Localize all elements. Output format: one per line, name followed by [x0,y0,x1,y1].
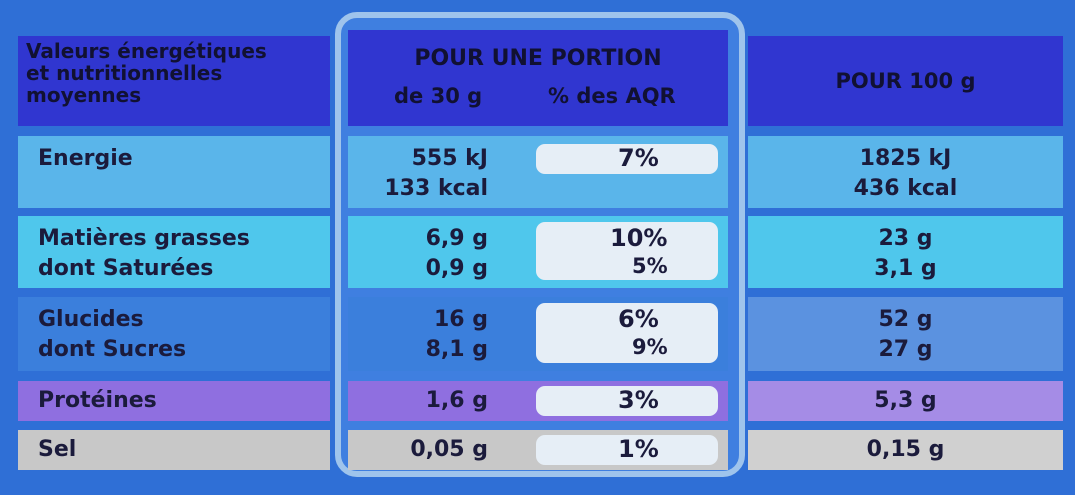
matieres-aqr-box: 10% 5% [536,222,718,280]
row-glucides-per100: 52 g 27 g [748,297,1063,371]
energie-per100-kcal: 436 kcal [853,176,958,201]
glucides-per100: 52 g [878,307,933,332]
row-sel-label: Sel [18,430,330,470]
glucides-aqr-box: 6% 9% [536,303,718,363]
header-label-line2: et nutritionnelles [26,61,223,85]
energie-label: Energie [38,146,133,171]
sucres-per100: 27 g [878,337,933,362]
header-portion-title: POUR UNE PORTION [414,46,662,71]
header-per100: POUR 100 g [748,36,1063,126]
glucides-aqr: 6% [618,305,659,333]
matieres-aqr: 10% [610,224,668,252]
row-energie-label: Energie [18,136,330,208]
sel-label: Sel [38,437,77,462]
sel-aqr-box: 1% [536,435,718,465]
sel-portion: 0,05 g [410,437,488,462]
sucres-portion: 8,1 g [425,337,488,362]
matieres-label: Matières grasses [38,226,250,251]
proteines-aqr-box: 3% [536,386,718,416]
sel-per100: 0,15 g [866,437,945,462]
row-sel-portion: 0,05 g 1% [348,430,728,470]
row-proteines-per100: 5,3 g [748,381,1063,421]
saturees-portion: 0,9 g [425,256,488,281]
glucides-label: Glucides [38,307,144,332]
row-proteines-label: Protéines [18,381,330,421]
row-glucides-portion: 16 g 8,1 g 6% 9% [348,297,728,371]
header-nutrient-label: Valeurs énergétiques et nutritionnelles … [18,36,330,126]
row-energie-per100: 1825 kJ 436 kcal [748,136,1063,208]
header-portion-size: de 30 g [394,84,483,108]
proteines-portion: 1,6 g [425,388,488,413]
row-sel-per100: 0,15 g [748,430,1063,470]
sucres-aqr: 9% [632,335,668,359]
proteines-aqr: 3% [618,386,659,414]
matieres-portion: 6,9 g [425,226,488,251]
header-portion: POUR UNE PORTION de 30 g % des AQR [348,30,728,126]
energie-aqr: 7% [536,144,718,174]
matieres-per100: 23 g [878,226,933,251]
row-proteines-portion: 1,6 g 3% [348,381,728,421]
header-label-line3: moyennes [26,83,142,107]
proteines-per100: 5,3 g [874,388,937,413]
energie-aqr-value: 7% [618,144,659,172]
saturees-label: dont Saturées [38,256,214,281]
header-aqr: % des AQR [548,84,676,108]
sucres-label: dont Sucres [38,337,187,362]
row-matieres-portion: 6,9 g 0,9 g 10% 5% [348,216,728,288]
row-energie-portion: 555 kJ 133 kcal 7% [348,136,728,208]
sel-aqr: 1% [618,435,659,463]
saturees-aqr: 5% [632,254,668,278]
header-label-line1: Valeurs énergétiques [26,39,267,63]
energie-portion-kcal: 133 kcal [384,176,488,201]
row-matieres-per100: 23 g 3,1 g [748,216,1063,288]
energie-portion-kj: 555 kJ [411,146,488,171]
row-matieres-label: Matières grasses dont Saturées [18,216,330,288]
energie-per100-kj: 1825 kJ [859,146,952,171]
row-glucides-label: Glucides dont Sucres [18,297,330,371]
proteines-label: Protéines [38,388,157,413]
saturees-per100: 3,1 g [874,256,937,281]
glucides-portion: 16 g [433,307,488,332]
